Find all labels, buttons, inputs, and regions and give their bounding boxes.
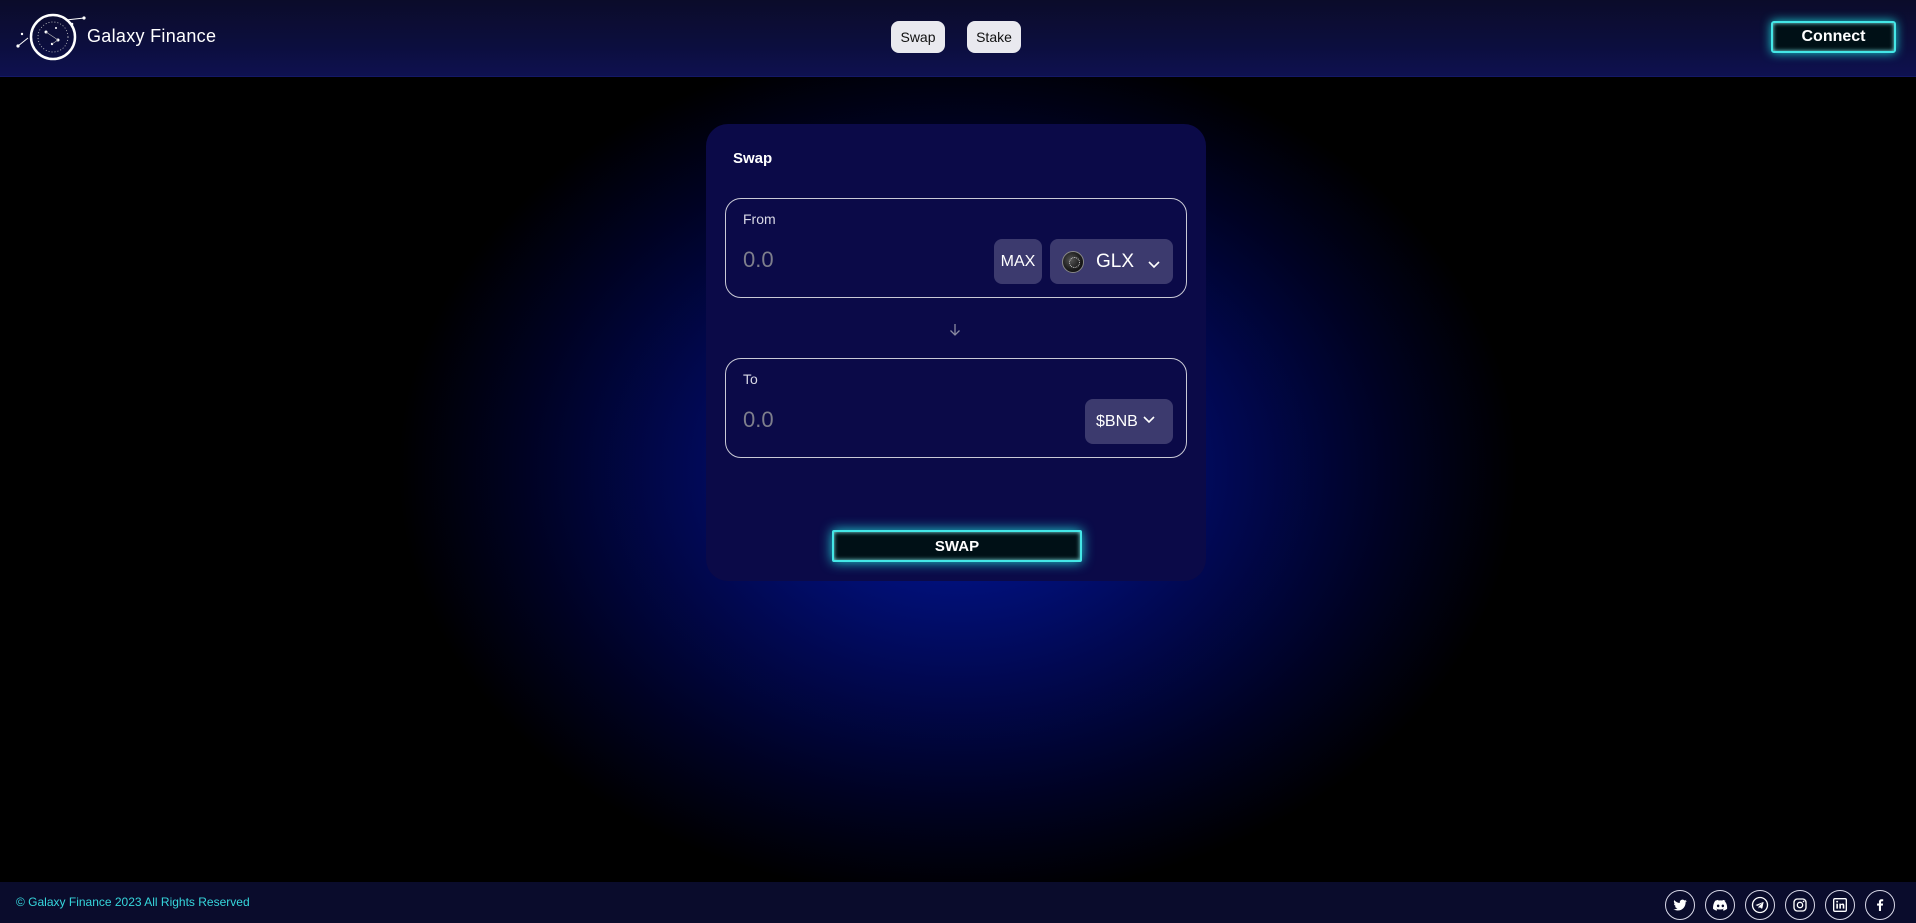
swap-card: Swap From MAX GLX To $BNB SWAP <box>706 124 1206 581</box>
discord-icon[interactable] <box>1705 890 1735 920</box>
to-label: To <box>743 371 758 387</box>
to-token-name: $BNB <box>1096 412 1138 430</box>
swap-card-title: Swap <box>733 150 773 167</box>
connect-wallet-button[interactable]: Connect <box>1771 21 1896 53</box>
from-amount-input[interactable] <box>743 243 963 277</box>
top-header: Galaxy Finance Swap Stake Connect <box>0 0 1916 77</box>
to-field: To $BNB <box>725 358 1187 458</box>
linkedin-icon[interactable] <box>1825 890 1855 920</box>
nav-stake-button[interactable]: Stake <box>967 21 1021 53</box>
from-token-name: GLX <box>1096 250 1135 272</box>
galaxy-logo-icon <box>16 12 86 62</box>
nav-swap-button[interactable]: Swap <box>891 21 945 53</box>
twitter-icon[interactable] <box>1665 890 1695 920</box>
telegram-icon[interactable] <box>1745 890 1775 920</box>
glx-token-icon <box>1062 250 1084 273</box>
social-links <box>1665 890 1895 920</box>
swap-submit-button[interactable]: SWAP <box>832 530 1082 562</box>
instagram-icon[interactable] <box>1785 890 1815 920</box>
chevron-down-icon <box>1148 261 1160 269</box>
brand-name: Galaxy Finance <box>87 26 217 46</box>
to-amount-input[interactable] <box>743 403 963 437</box>
to-token-select[interactable]: $BNB <box>1085 399 1173 444</box>
from-field: From MAX GLX <box>725 198 1187 298</box>
from-label: From <box>743 211 776 227</box>
footer: © Galaxy Finance 2023 All Rights Reserve… <box>0 882 1916 923</box>
chevron-down-icon <box>1143 416 1155 424</box>
brand-logo[interactable]: Galaxy Finance <box>16 12 216 62</box>
from-token-select[interactable]: GLX <box>1050 239 1173 284</box>
arrow-down-icon[interactable] <box>947 322 963 338</box>
copyright-text: © Galaxy Finance 2023 All Rights Reserve… <box>16 895 250 909</box>
facebook-icon[interactable] <box>1865 890 1895 920</box>
max-button[interactable]: MAX <box>994 239 1042 284</box>
